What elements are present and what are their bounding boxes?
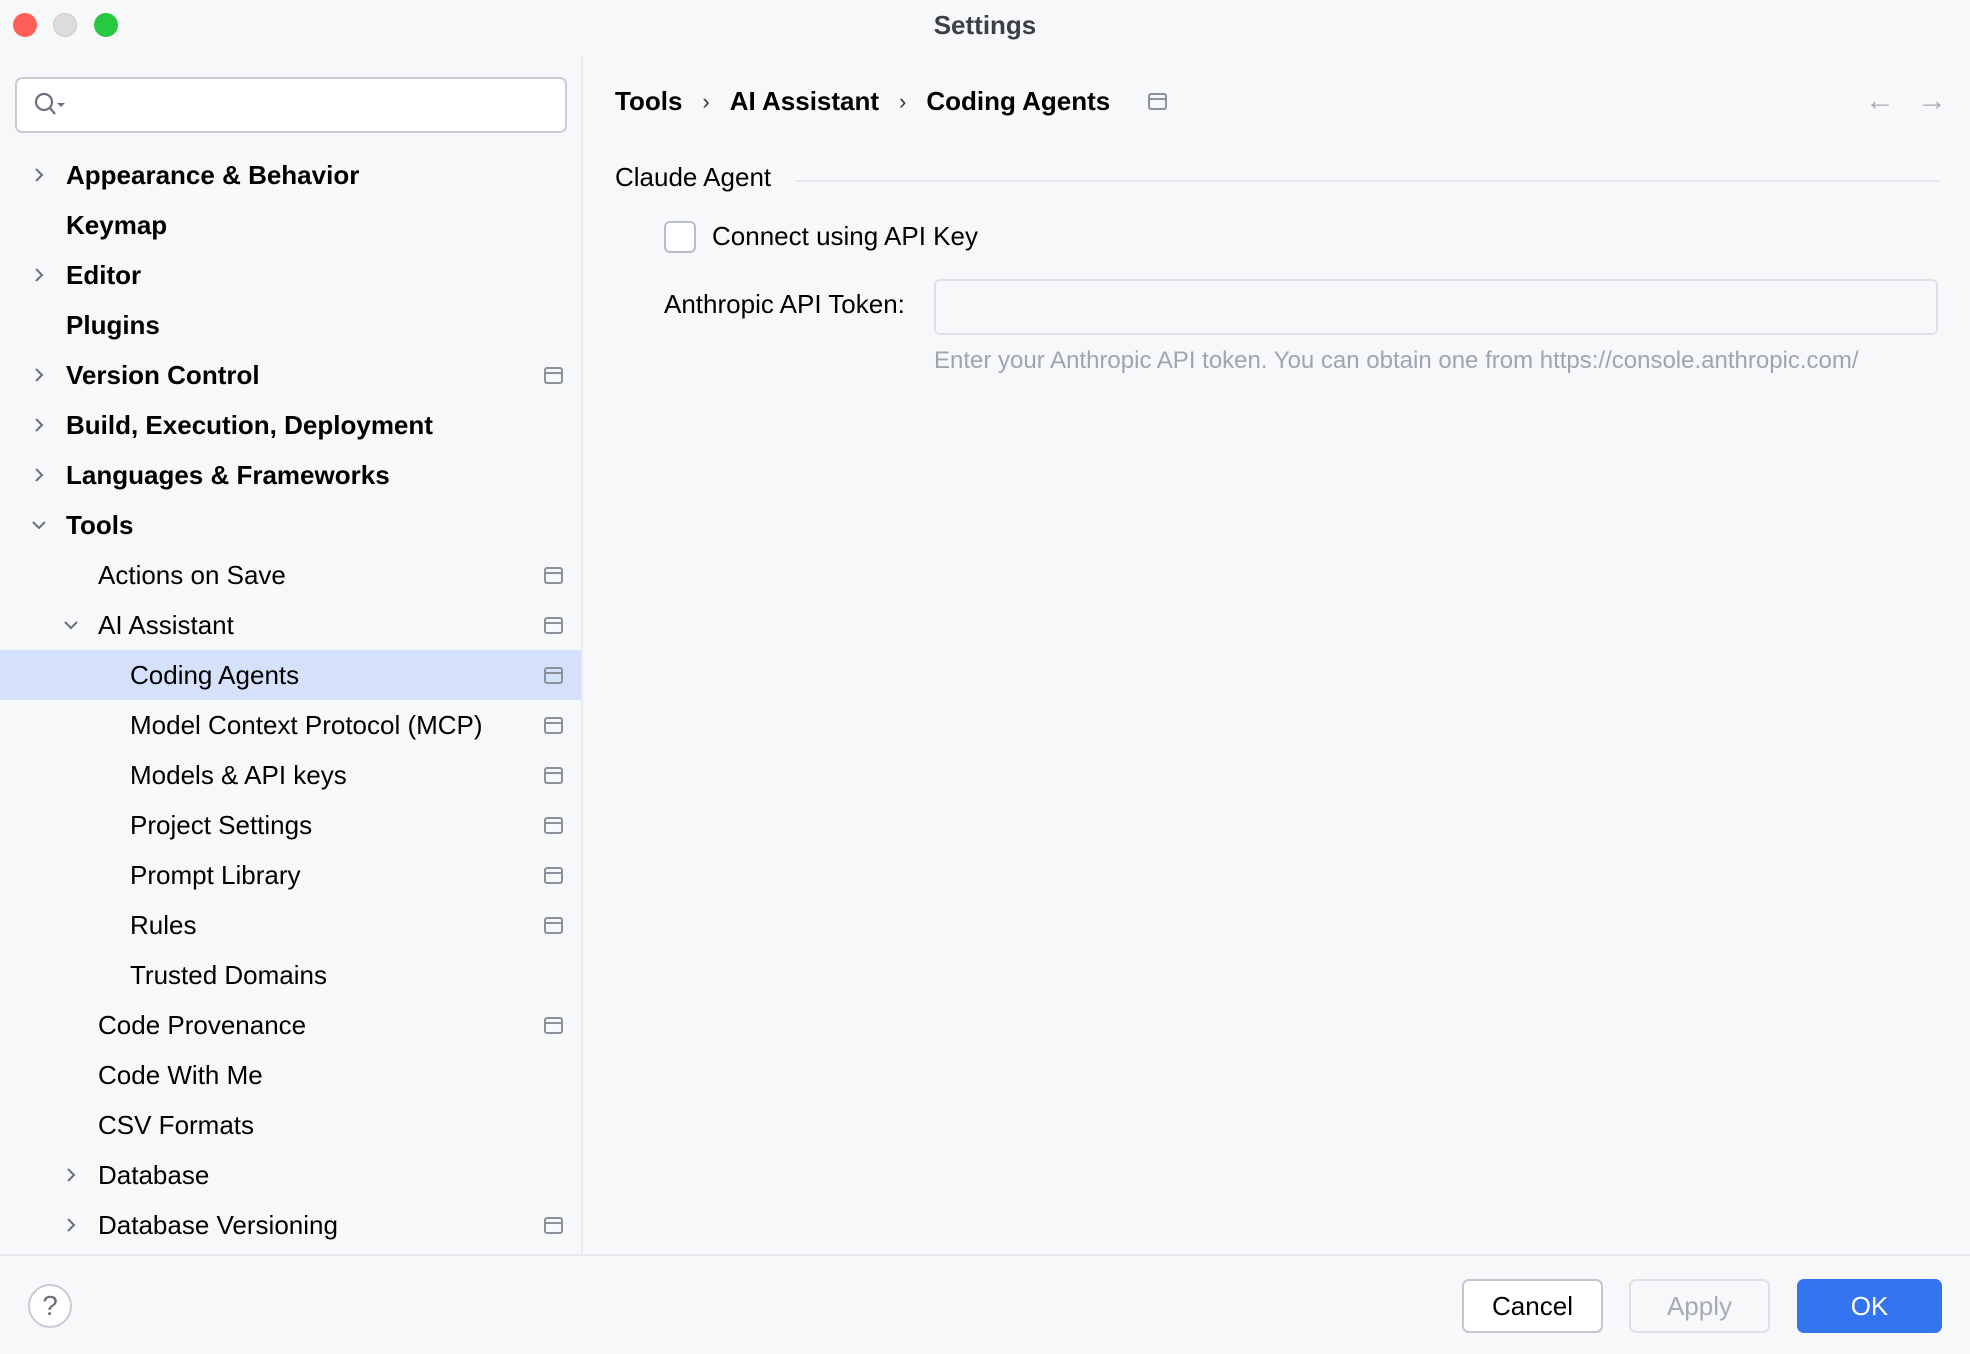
tree-item-editor[interactable]: Editor [0,250,581,300]
tree-item-label: Actions on Save [98,559,286,590]
tree-item-actions-on-save[interactable]: Actions on Save [0,550,581,600]
tree-item-code-with-me[interactable]: Code With Me [0,1050,581,1100]
project-level-icon [544,666,563,684]
tree-item-label: Appearance & Behavior [66,159,360,190]
group-title: Claude Agent [615,162,772,192]
chevron-right-icon[interactable] [27,163,51,187]
footer-divider [0,1254,1970,1256]
tree-item-build-execution-deployment[interactable]: Build, Execution, Deployment [0,400,581,450]
project-level-icon [544,616,563,634]
chevron-right-icon[interactable] [27,263,51,287]
tree-item-label: Editor [66,259,142,290]
tree-item-csv-formats[interactable]: CSV Formats [0,1100,581,1150]
tree-item-database-versioning[interactable]: Database Versioning [0,1200,581,1250]
tree-item-prompt-library[interactable]: Prompt Library [0,850,581,900]
tree-item-trusted-domains[interactable]: Trusted Domains [0,950,581,1000]
cancel-button[interactable]: Cancel [1462,1279,1603,1333]
api-token-input[interactable] [934,279,1938,335]
tree-item-label: Prompt Library [130,859,301,890]
tree-item-label: Database [98,1159,210,1190]
sidebar-divider[interactable] [581,56,583,1254]
chevron-right-icon[interactable] [27,363,51,387]
tree-item-label: Plugins [66,309,160,340]
tree-item-label: Keymap [66,209,168,240]
tree-item-label: AI Assistant [98,609,234,640]
tree-item-label: Models & API keys [130,759,347,790]
tree-item-label: Code With Me [98,1059,263,1090]
tree-item-label: Version Control [66,359,260,390]
breadcrumb: Tools › AI Assistant › Coding Agents [615,86,1168,117]
tree-item-label: Project Settings [130,809,313,840]
project-level-icon [544,816,563,834]
tree-item-label: CSV Formats [98,1109,255,1140]
forward-arrow-icon[interactable]: → [1917,84,1947,118]
project-level-icon [544,866,563,884]
tree-item-version-control[interactable]: Version Control [0,350,581,400]
chevron-right-icon[interactable] [27,463,51,487]
tree-item-appearance-behavior[interactable]: Appearance & Behavior [0,150,581,200]
chevron-right-icon[interactable] [59,1213,83,1237]
tree-item-plugins[interactable]: Plugins [0,300,581,350]
chevron-right-icon[interactable] [59,1163,83,1187]
tree-item-label: Trusted Domains [130,959,327,990]
project-level-icon [544,1216,563,1234]
apply-button[interactable]: Apply [1629,1279,1770,1333]
tree-item-label: Tools [66,509,134,540]
connect-api-key-label[interactable]: Connect using API Key [712,221,978,252]
connect-api-key-checkbox[interactable] [664,221,696,253]
tree-item-label: Languages & Frameworks [66,459,390,490]
api-token-label: Anthropic API Token: [664,289,905,319]
api-token-hint: Enter your Anthropic API token. You can … [934,347,1859,374]
window-title: Settings [933,10,1037,40]
chevron-down-icon[interactable] [27,513,51,537]
tree-item-label: Build, Execution, Deployment [66,409,433,440]
tree-item-label: Model Context Protocol (MCP) [130,709,483,740]
tree-item-database[interactable]: Database [0,1150,581,1200]
project-level-icon [544,1016,563,1034]
tree-item-languages-frameworks[interactable]: Languages & Frameworks [0,450,581,500]
project-level-icon [1148,93,1168,110]
settings-search-input[interactable] [15,77,567,133]
tree-item-coding-agents[interactable]: Coding Agents [0,650,581,700]
project-level-icon [544,716,563,734]
project-level-icon [544,766,563,784]
tree-item-label: Code Provenance [98,1009,307,1040]
project-level-icon [544,366,563,384]
ok-button[interactable]: OK [1797,1279,1942,1333]
tree-item-keymap[interactable]: Keymap [0,200,581,250]
tree-item-label: Database Versioning [98,1209,338,1240]
breadcrumb-coding-agents: Coding Agents [926,86,1111,116]
tree-item-code-provenance[interactable]: Code Provenance [0,1000,581,1050]
breadcrumb-separator: › [899,88,907,114]
tree-item-tools[interactable]: Tools [0,500,581,550]
project-level-icon [544,916,563,934]
help-button[interactable]: ? [28,1284,72,1328]
tree-item-ai-assistant[interactable]: AI Assistant [0,600,581,650]
breadcrumb-separator: › [702,88,710,114]
tree-item-model-context-protocol-mcp[interactable]: Model Context Protocol (MCP) [0,700,581,750]
tree-item-rules[interactable]: Rules [0,900,581,950]
group-separator [795,180,1940,182]
back-arrow-icon[interactable]: ← [1865,84,1895,118]
breadcrumb-tools[interactable]: Tools [615,86,682,117]
project-level-icon [544,566,563,584]
breadcrumb-ai-assistant[interactable]: AI Assistant [730,86,879,117]
tree-item-label: Coding Agents [130,659,300,690]
search-icon [34,92,65,115]
tree-item-label: Rules [130,909,197,940]
chevron-down-icon[interactable] [59,613,83,637]
chevron-right-icon[interactable] [27,413,51,437]
tree-item-models-api-keys[interactable]: Models & API keys [0,750,581,800]
tree-item-project-settings[interactable]: Project Settings [0,800,581,850]
